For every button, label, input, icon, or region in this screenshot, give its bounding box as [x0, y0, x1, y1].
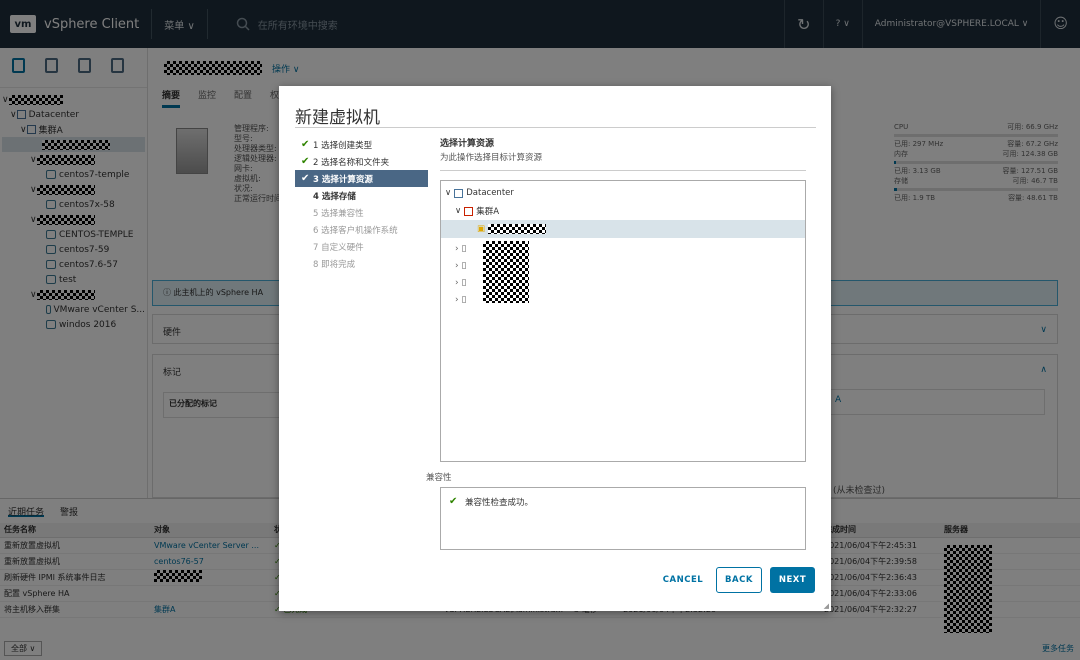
next-button[interactable]: NEXT — [770, 567, 815, 593]
redacted-block — [483, 241, 529, 303]
wizard-step-6: 6 选择客户机操作系统 — [295, 221, 428, 238]
check-icon: ✔ — [301, 173, 310, 184]
step-label: 7 自定义硬件 — [313, 242, 364, 253]
wizard-step-3[interactable]: ✔ 3 选择计算资源 — [295, 170, 428, 187]
step-label: 5 选择兼容性 — [313, 208, 364, 219]
compatibility-box: ✔ 兼容性检查成功。 — [440, 487, 806, 550]
tree-host-selected[interactable]: ▣ — [441, 220, 805, 238]
check-icon: ✔ — [301, 156, 310, 167]
divider — [295, 127, 816, 128]
redacted-block — [488, 224, 547, 234]
back-button[interactable]: BACK — [716, 567, 762, 593]
cancel-button[interactable]: CANCEL — [659, 567, 707, 593]
compatibility-message: 兼容性检查成功。 — [465, 498, 534, 508]
hosts-redacted — [483, 241, 529, 306]
new-vm-dialog: 新建虚拟机 ✔ 1 选择创建类型 ✔ 2 选择名称和文件夹 ✔ 3 选择计算资源 4 … — [279, 86, 831, 611]
wizard-step-5: 5 选择兼容性 — [295, 204, 428, 221]
tree-label: Datacenter — [466, 188, 514, 198]
wizard-step-1[interactable]: ✔ 1 选择创建类型 — [295, 136, 428, 153]
check-icon: ✔ — [301, 139, 310, 150]
section-subtitle: 为此操作选择目标计算资源 — [440, 151, 806, 171]
compute-resource-tree: ∨ Datacenter ∨ 集群A ▣ › ▯ › ▯ › ▯ › ▯ — [440, 180, 806, 462]
tree-cluster[interactable]: ∨ 集群A — [441, 202, 805, 220]
wizard-step-8: 8 即将完成 — [295, 255, 428, 272]
tree-datacenter[interactable]: ∨ Datacenter — [441, 184, 805, 202]
step-label: 8 即将完成 — [313, 259, 356, 270]
wizard-step-2[interactable]: ✔ 2 选择名称和文件夹 — [295, 153, 428, 170]
step-label: 3 选择计算资源 — [313, 174, 373, 185]
step-label: 1 选择创建类型 — [313, 140, 373, 151]
step-label: 4 选择存储 — [313, 191, 356, 202]
step-content: 选择计算资源 为此操作选择目标计算资源 — [440, 136, 806, 171]
check-icon: ✔ — [449, 496, 458, 507]
step-label: 6 选择客户机操作系统 — [313, 225, 398, 236]
dialog-title: 新建虚拟机 — [295, 108, 380, 128]
cluster-alert-icon — [464, 206, 474, 216]
step-label: 2 选择名称和文件夹 — [313, 157, 390, 168]
wizard-step-7: 7 自定义硬件 — [295, 238, 428, 255]
datacenter-icon — [454, 188, 464, 198]
warning-host-icon: ▣ — [477, 224, 486, 234]
resize-handle[interactable]: ◢ — [824, 602, 829, 610]
collapsed-hosts[interactable]: › ▯ › ▯ › ▯ › ▯ — [455, 241, 466, 309]
tree-label: 集群A — [476, 207, 500, 217]
wizard-steps: ✔ 1 选择创建类型 ✔ 2 选择名称和文件夹 ✔ 3 选择计算资源 4 选择存储 5… — [295, 136, 428, 272]
compatibility-label: 兼容性 — [426, 473, 452, 483]
section-title: 选择计算资源 — [440, 139, 495, 149]
wizard-step-4[interactable]: 4 选择存储 — [295, 187, 428, 204]
